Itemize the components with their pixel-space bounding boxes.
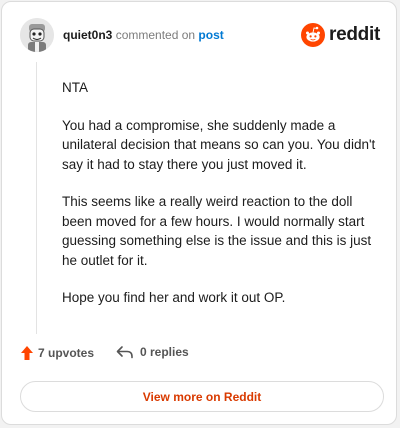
- comment-meta: quiet0n3 commented on post: [63, 28, 224, 42]
- reddit-snoo-icon: [301, 23, 326, 47]
- username-link[interactable]: quiet0n3: [63, 28, 112, 42]
- comment-paragraph: You had a compromise, she suddenly made …: [62, 117, 376, 172]
- upvote-arrow-icon: [20, 345, 34, 361]
- replies-count: 0 replies: [140, 345, 189, 359]
- reddit-wordmark: reddit: [329, 24, 380, 45]
- comment-paragraph: Hope you find her and work it out OP.: [62, 290, 286, 305]
- avatar[interactable]: [20, 18, 54, 52]
- comment-paragraph: NTA: [62, 80, 88, 95]
- upvotes-count: 7 upvotes: [38, 346, 95, 360]
- avatar-image-icon: [20, 18, 54, 52]
- comment-embed-card: quiet0n3 commented on post reddit NTA Yo…: [1, 1, 397, 425]
- action-text: commented on: [115, 28, 196, 42]
- reply-arrow-icon: [116, 345, 134, 359]
- comment-header: quiet0n3 commented on post reddit: [20, 18, 380, 52]
- comment-paragraph: This seems like a really weird reaction …: [62, 194, 372, 268]
- upvote-button[interactable]: 7 upvotes: [20, 345, 94, 361]
- thread-line: [36, 62, 37, 334]
- reddit-logo[interactable]: reddit: [301, 22, 380, 48]
- comment-body: NTA You had a compromise, she suddenly m…: [62, 78, 382, 326]
- reply-button[interactable]: 0 replies: [116, 345, 189, 359]
- view-more-button[interactable]: View more on Reddit: [20, 381, 384, 412]
- comment-footer: 7 upvotes 0 replies: [20, 345, 380, 367]
- post-link[interactable]: post: [198, 28, 223, 42]
